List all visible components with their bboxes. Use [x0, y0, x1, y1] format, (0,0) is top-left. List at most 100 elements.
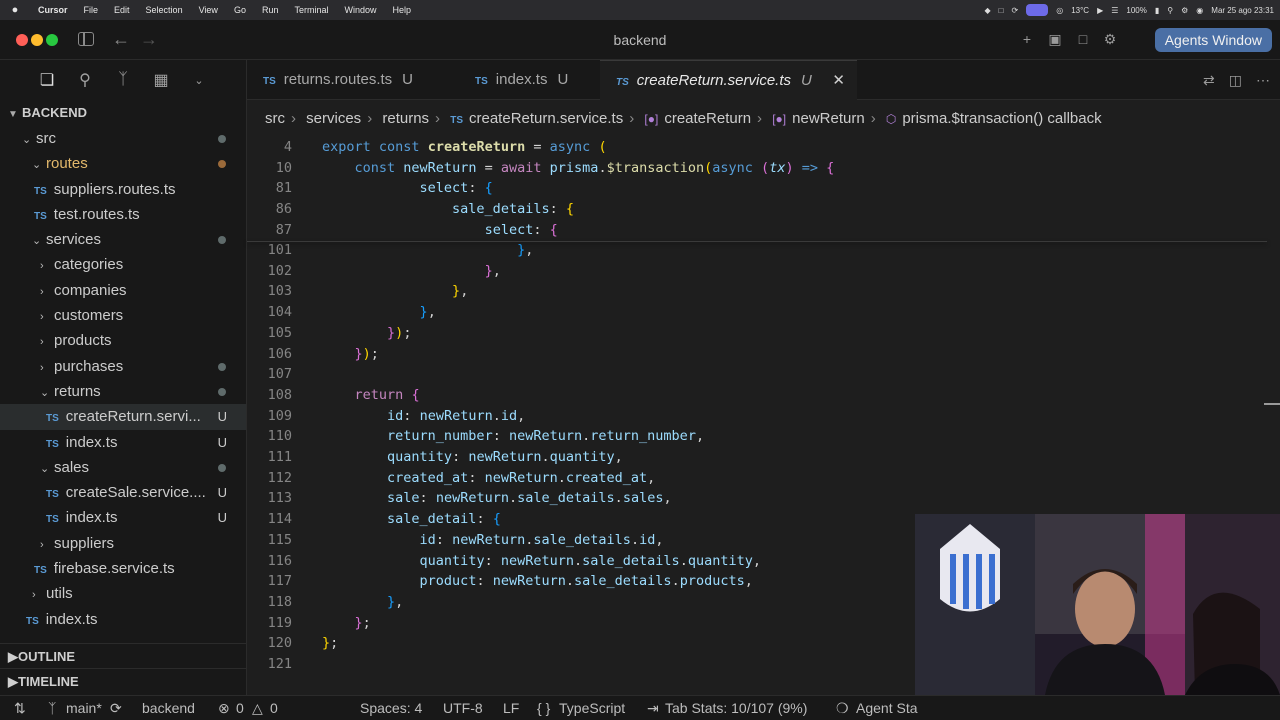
error-count[interactable]: 0	[236, 696, 244, 720]
code-line[interactable]: 107	[247, 364, 292, 385]
chat-icon[interactable]: □	[1075, 31, 1091, 47]
file-tree-file[interactable]: TS createSale.service.... U	[0, 480, 246, 505]
error-icon[interactable]: ⊗	[218, 696, 230, 720]
code-line[interactable]: 103 },	[247, 281, 469, 302]
menu-edit[interactable]: Edit	[106, 5, 138, 15]
split-editor-icon[interactable]: ◫	[1229, 72, 1242, 89]
active-app-indicator[interactable]	[1026, 4, 1049, 16]
spotlight-icon[interactable]: ⚲	[1167, 6, 1173, 15]
tab-returns-routes[interactable]: TS returns.routes.ts U	[247, 60, 447, 100]
extensions-icon[interactable]: ▦	[150, 70, 172, 90]
code-line[interactable]: 101 },	[247, 240, 534, 261]
sync-icon[interactable]: ⟳	[1012, 6, 1019, 15]
close-icon[interactable]: ✕	[832, 61, 845, 101]
warning-count[interactable]: 0	[270, 696, 278, 720]
breadcrumb-item[interactable]: newReturn	[792, 110, 865, 127]
scrollbar-marker[interactable]	[1264, 403, 1280, 405]
file-tree-folder[interactable]: › purchases	[0, 354, 246, 379]
menu-app[interactable]: Cursor	[30, 5, 76, 15]
file-tree-folder[interactable]: › categories	[0, 252, 246, 277]
code-line[interactable]: 106 });	[247, 344, 379, 365]
sync-icon[interactable]: ⟳	[110, 696, 122, 720]
indentation-setting[interactable]: Spaces: 4	[360, 696, 422, 720]
breadcrumb-item[interactable]: createReturn	[664, 110, 751, 127]
git-branch[interactable]: main*	[66, 696, 102, 720]
tab-stats[interactable]: Tab Stats: 10/107 (9%)	[665, 696, 807, 720]
code-line[interactable]: 108 return {	[247, 385, 420, 406]
code-line[interactable]: 115 id: newReturn.sale_details.id,	[247, 530, 664, 551]
play-icon[interactable]: ▶	[1097, 6, 1103, 15]
code-line[interactable]: 121	[247, 654, 292, 675]
wifi-hotspot-icon[interactable]: ◎	[1056, 6, 1063, 15]
code-line[interactable]: 86 sale_details: {	[247, 199, 574, 220]
tab-index[interactable]: TS index.ts U	[459, 60, 599, 100]
code-line[interactable]: 114 sale_detail: {	[247, 509, 501, 530]
code-line[interactable]: 109 id: newReturn.id,	[247, 406, 526, 427]
file-tree-file[interactable]: TS index.ts	[0, 607, 246, 632]
file-tree-folder[interactable]: › suppliers	[0, 531, 246, 556]
chevron-down-icon[interactable]: ⌄	[188, 74, 210, 87]
menu-run[interactable]: Run	[254, 5, 287, 15]
file-tree-folder[interactable]: ⌄ routes	[0, 151, 246, 176]
code-line[interactable]: 116 quantity: newReturn.sale_details.qua…	[247, 551, 761, 572]
panel-layout-icon[interactable]: ▣	[1047, 31, 1063, 47]
code-line[interactable]: 4 export const createReturn = async (	[247, 137, 607, 158]
menu-terminal[interactable]: Terminal	[286, 5, 336, 15]
menu-view[interactable]: View	[191, 5, 226, 15]
code-line[interactable]: 117 product: newReturn.sale_details.prod…	[247, 571, 753, 592]
outline-section-header[interactable]: ▶OUTLINE	[0, 643, 247, 669]
breadcrumb-item[interactable]: services	[306, 110, 361, 127]
screen-record-icon[interactable]: □	[999, 6, 1004, 15]
apple-icon[interactable]: ●	[0, 4, 30, 16]
file-tree-folder[interactable]: › utils	[0, 581, 246, 606]
file-tree-folder[interactable]: › products	[0, 328, 246, 353]
code-line[interactable]: 104 },	[247, 302, 436, 323]
battery-icon[interactable]: ▮	[1155, 6, 1159, 15]
file-tree-folder[interactable]: ⌄ returns	[0, 379, 246, 404]
menu-window[interactable]: Window	[336, 5, 384, 15]
more-actions-icon[interactable]: ⋯	[1256, 72, 1270, 89]
code-line[interactable]: 81 select: {	[247, 178, 493, 199]
code-line[interactable]: 102 },	[247, 261, 501, 282]
menu-selection[interactable]: Selection	[138, 5, 191, 15]
file-tree-file[interactable]: TS firebase.service.ts	[0, 556, 246, 581]
breadcrumb-item[interactable]: createReturn.service.ts	[469, 110, 623, 127]
file-tree-file[interactable]: TS createReturn.servi... U	[0, 404, 246, 430]
search-icon[interactable]: ⚲	[74, 70, 96, 90]
encoding-setting[interactable]: UTF-8	[443, 696, 483, 720]
file-tree-folder[interactable]: › customers	[0, 303, 246, 328]
folder-name[interactable]: backend	[142, 696, 195, 720]
menu-file[interactable]: File	[76, 5, 107, 15]
battery-level[interactable]: 100%	[1126, 6, 1146, 15]
code-line[interactable]: 111 quantity: newReturn.quantity,	[247, 447, 623, 468]
code-line[interactable]: 105 });	[247, 323, 412, 344]
warning-icon[interactable]: △	[252, 696, 263, 720]
file-tree-file[interactable]: TS test.routes.ts	[0, 202, 246, 227]
settings-gear-icon[interactable]: ⚙	[1102, 31, 1118, 47]
breadcrumb-item[interactable]: prisma.$transaction() callback	[902, 110, 1101, 127]
file-tree-folder[interactable]: ⌄ src	[0, 126, 246, 151]
code-line[interactable]: 112 created_at: newReturn.created_at,	[247, 468, 656, 489]
remote-icon[interactable]: ⇅	[14, 696, 26, 720]
file-tree-file[interactable]: TS index.ts U	[0, 505, 246, 530]
shield-icon[interactable]: ◆	[985, 6, 991, 15]
file-tree-folder[interactable]: › companies	[0, 278, 246, 303]
file-tree-file[interactable]: TS index.ts U	[0, 430, 246, 455]
code-line[interactable]: 110 return_number: newReturn.return_numb…	[247, 426, 704, 447]
compare-changes-icon[interactable]: ⇄	[1203, 72, 1215, 89]
menu-go[interactable]: Go	[226, 5, 254, 15]
explorer-project-header[interactable]: ▼ BACKEND	[0, 100, 246, 126]
plus-icon[interactable]: +	[1019, 31, 1035, 47]
code-line[interactable]: 113 sale: newReturn.sale_details.sales,	[247, 488, 672, 509]
source-control-icon[interactable]: ᛉ	[112, 71, 134, 89]
tab-create-return-service[interactable]: TS createReturn.service.ts U ✕	[600, 60, 857, 100]
menu-help[interactable]: Help	[385, 5, 420, 15]
timeline-section-header[interactable]: ▶TIMELINE	[0, 668, 247, 694]
breadcrumb-item[interactable]: returns	[382, 110, 429, 127]
file-tree-folder[interactable]: ⌄ sales	[0, 455, 246, 480]
code-line[interactable]: 120};	[247, 633, 339, 654]
weather-temperature[interactable]: 13°C	[1071, 6, 1089, 15]
code-line[interactable]: 87 select: {	[247, 220, 558, 241]
file-tree-folder[interactable]: ⌄ services	[0, 227, 246, 252]
breadcrumb-item[interactable]: src	[265, 110, 285, 127]
